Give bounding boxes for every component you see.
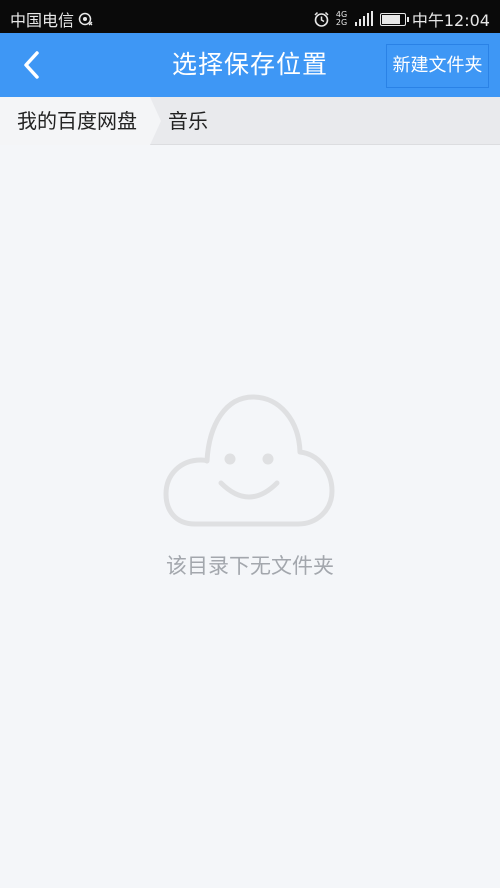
clock: 中午12:04 [411,11,490,30]
hotspot-icon [78,12,93,26]
new-folder-button[interactable]: 新建文件夹 [386,44,489,88]
status-left: 中国电信 [10,7,94,31]
status-right: 4G 2G 中午12:04 [313,7,490,31]
app-header: 选择保存位置 新建文件夹 [0,33,500,97]
network-type: 4G 2G [336,11,348,27]
signal-icon [354,11,373,26]
cloud-smile-icon [163,394,335,527]
breadcrumb-current[interactable]: 音乐 [168,97,208,145]
battery-fill [381,14,401,24]
empty-message: 该目录下无文件夹 [166,554,334,578]
network-tag-bottom: 2G [335,18,348,27]
breadcrumb-separator [150,97,161,145]
folder-list-empty: 该目录下无文件夹 [0,145,500,888]
alarm-icon [314,11,329,27]
breadcrumb-root[interactable]: 我的百度网盘 [0,97,150,145]
battery-icon [379,12,409,26]
breadcrumb: 我的百度网盘 音乐 [0,97,500,145]
status-bar: 中国电信 4G 2G 中午12:04 [0,0,500,33]
carrier-name: 中国电信 [10,11,75,30]
